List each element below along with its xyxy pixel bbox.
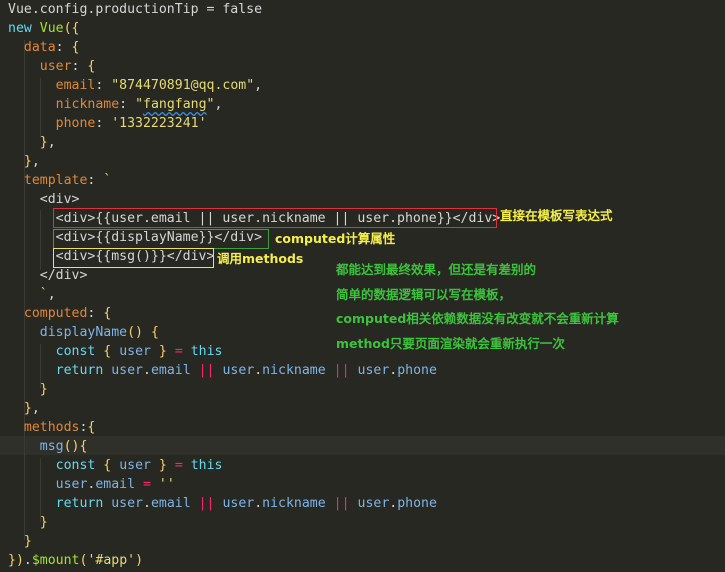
note-line: 简单的数据逻辑可以写在模板，: [336, 287, 512, 302]
code-line: },: [23, 401, 40, 416]
code-line: user.email = '': [55, 477, 175, 492]
code-line: user: {: [39, 59, 96, 74]
code-line: }: [39, 382, 48, 397]
code-line: nickname: "fangfang",: [55, 97, 223, 112]
code-line: data: {: [23, 40, 80, 55]
code-line: <div>: [8, 192, 80, 207]
code-line: return user.email || user.nickname || us…: [55, 363, 437, 378]
annotation-call-method: 调用methods: [217, 251, 304, 266]
code-line: msg(){: [39, 439, 88, 454]
code-line: },: [23, 154, 40, 169]
code-line: </div>: [8, 268, 88, 283]
code-line: }: [23, 534, 32, 549]
code-line: }: [39, 515, 48, 530]
annotation-computed-property: computed计算属性: [275, 231, 396, 246]
computed-property-box: [53, 229, 269, 249]
code-line: const { user } = this: [55, 344, 223, 359]
code-line: email: "874470891@qq.com",: [55, 78, 263, 93]
note-line: computed相关依赖数据没有改变就不会重新计算: [336, 311, 619, 326]
code-line: `,: [39, 287, 56, 302]
current-line-highlight: [0, 436, 725, 455]
method-call-box: [53, 248, 214, 268]
code-line: return user.email || user.nickname || us…: [55, 496, 437, 511]
template-expression-box: [53, 208, 497, 228]
annotation-template-expression: 直接在模板写表达式: [500, 208, 613, 223]
code-line: computed: {: [23, 306, 112, 321]
code-line: template: `: [23, 173, 112, 188]
code-line: new Vue({: [8, 21, 80, 36]
code-line: },: [39, 135, 56, 150]
code-line: methods:{: [23, 420, 96, 435]
code-line: phone: '1332223241': [55, 116, 207, 131]
code-line: const { user } = this: [55, 458, 223, 473]
code-line: Vue.config.productionTip = false: [8, 2, 263, 17]
note-line: 都能达到最终效果，但还是有差别的: [336, 262, 537, 277]
note-line: method只要页面渲染就会重新执行一次: [336, 336, 565, 351]
code-line: }).$mount('#app'): [8, 553, 144, 568]
code-line: displayName() {: [39, 325, 159, 340]
